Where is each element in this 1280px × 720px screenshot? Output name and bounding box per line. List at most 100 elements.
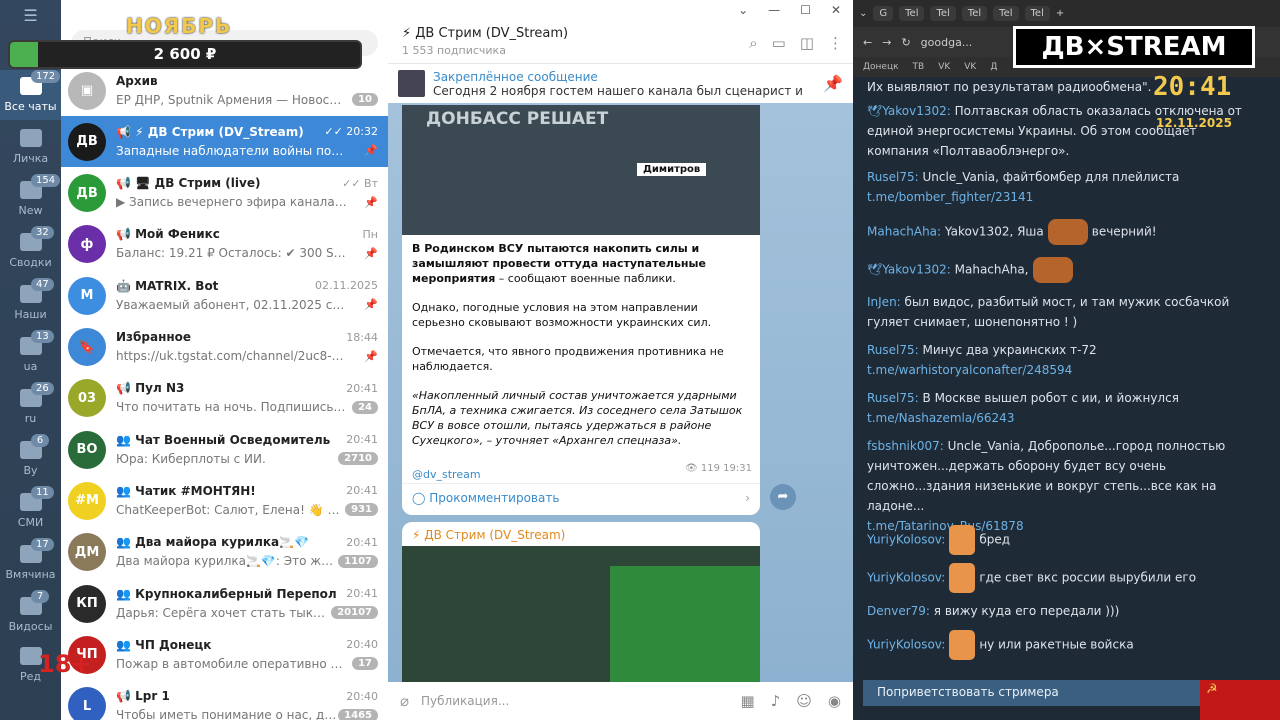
chat-link[interactable]: t.me/warhistoryalconafter/248594: [867, 360, 1257, 380]
search-icon[interactable]: ⌕: [749, 34, 757, 52]
chat-username[interactable]: Rusel75:: [867, 343, 919, 357]
chat-username[interactable]: Yakov1302:: [882, 263, 951, 277]
bookmark[interactable]: Д: [990, 62, 997, 72]
folder-all[interactable]: Все чаты 172: [0, 70, 61, 120]
bookmark[interactable]: VK: [938, 62, 950, 72]
folder-label: ru: [24, 412, 37, 425]
chevron-down-icon[interactable]: ⌄: [738, 3, 748, 17]
forward-icon[interactable]: →: [882, 36, 891, 49]
chat-bottom: ЕР ДНР, Sputnik Армения — Новости, Мин..…: [116, 90, 378, 110]
folder-smi[interactable]: СМИ 11: [0, 486, 61, 536]
chat-row[interactable]: ЧП 👥 ЧП Донецк 20:40 Пожар в автомобиле опе…: [61, 629, 388, 680]
browser-tab[interactable]: Tel: [899, 6, 925, 21]
chat-username[interactable]: Denver79:: [867, 604, 930, 618]
cartoon-emote-icon: [949, 563, 976, 593]
chat-username[interactable]: Rusel75:: [867, 170, 919, 184]
chat-avatar: #M: [68, 481, 106, 520]
pinned-text: Сегодня 2 ноября гостем нашего канала бы…: [433, 83, 803, 98]
chat-username[interactable]: YuriyKolosov:: [867, 533, 945, 547]
post-map-image[interactable]: ДОНБАСС РЕШАЕТ Димитров: [402, 105, 760, 235]
video-chat-icon[interactable]: ▭: [772, 34, 786, 52]
browser-window: ⌄ G Tel Tel Tel Tel Tel + ← → ↻ goodga..…: [853, 0, 1280, 720]
close-icon[interactable]: ✕: [831, 3, 841, 17]
emoji-icon[interactable]: ☺: [796, 692, 812, 710]
schedule-icon[interactable]: ▦: [741, 692, 755, 710]
chat-username[interactable]: fsbshnik007:: [867, 439, 944, 453]
chat-row[interactable]: M 🤖 MATRIX. Bot 02.11.2025 Уважаемый абонен…: [61, 270, 388, 321]
folder-videos[interactable]: Видосы 7: [0, 590, 61, 640]
chat-username[interactable]: YuriyKolosov:: [867, 571, 945, 585]
chat-message: fsbshnik007: Uncle_Vania, Доброполье...г…: [867, 436, 1257, 536]
chat-link[interactable]: t.me/Nashazemla/66243: [867, 408, 1257, 428]
chat-row[interactable]: ВО 👥 Чат Военный Осведомитель 20:41 Юра: Ки…: [61, 424, 388, 475]
chat-row[interactable]: ▣ Архив ЕР ДНР, Sputnik Армения — Новости,…: [61, 65, 388, 116]
folder-svodki[interactable]: Сводки 32: [0, 226, 61, 276]
share-button[interactable]: ➦: [770, 484, 796, 510]
chat-title: 📢 🖥 ДВ Стрим (live): [116, 176, 261, 191]
pinned-message-bar[interactable]: Закреплённое сообщение Сегодня 2 ноября …: [388, 63, 853, 103]
folder-private[interactable]: Личка: [0, 122, 61, 172]
bell-icon[interactable]: ♪: [771, 692, 781, 710]
chat-username[interactable]: InJen:: [867, 295, 901, 309]
more-icon[interactable]: ⋮: [828, 34, 843, 52]
browser-tab[interactable]: G: [873, 6, 894, 21]
chat-row[interactable]: ф 📢 Мой Феникс Пн Баланс: 19.21 ₽ Осталось:…: [61, 219, 388, 270]
url-field[interactable]: goodga...: [921, 36, 973, 49]
camera-icon[interactable]: ◉: [828, 692, 841, 710]
chat-row[interactable]: L 📢 Lpr 1 20:40 Чтобы иметь понимание о нас…: [61, 681, 388, 720]
browser-tab[interactable]: Tel: [1024, 6, 1050, 21]
folder-nashi[interactable]: Наши 47: [0, 278, 61, 328]
sidebar-toggle-icon[interactable]: ◫: [800, 34, 814, 52]
folder-by[interactable]: By 6: [0, 434, 61, 484]
chat-title: 🤖 MATRIX. Bot: [116, 278, 219, 293]
beaver-emote-icon: [1032, 257, 1073, 283]
post-map-image[interactable]: [402, 546, 760, 682]
bookmark[interactable]: Донецк: [863, 62, 899, 72]
folder-ua[interactable]: ua 13: [0, 330, 61, 380]
unread-badge: 931: [345, 503, 378, 517]
folder-label: Наши: [14, 308, 47, 321]
chat-row[interactable]: ДВ 📢 ⚡ ДВ Стрим (DV_Stream) ✓✓ 20:32 Западн…: [61, 116, 388, 168]
chat-username[interactable]: MahachAha:: [867, 225, 941, 239]
chat-username[interactable]: YuriyKolosov:: [867, 638, 945, 652]
maximize-icon[interactable]: ☐: [800, 3, 811, 17]
browser-tab[interactable]: Tel: [930, 6, 956, 21]
minimize-icon[interactable]: —: [768, 3, 780, 17]
new-tab-icon[interactable]: +: [1056, 8, 1064, 19]
chat-row[interactable]: ДМ 👥 Два майора курилка🚬💎 20:41 Два майора …: [61, 527, 388, 578]
chat-username[interactable]: Rusel75:: [867, 391, 919, 405]
chat-row[interactable]: ДВ 📢 🖥 ДВ Стрим (live) ✓✓ Вт ▶ Запись вечер…: [61, 168, 388, 219]
chat-username[interactable]: Yakov1302:: [882, 104, 951, 118]
chat-preview: ЕР ДНР, Sputnik Армения — Новости, Мин..…: [116, 92, 348, 107]
browser-tab[interactable]: Tel: [993, 6, 1019, 21]
attach-icon[interactable]: ⌀: [400, 692, 409, 710]
message-input[interactable]: Публикация...: [421, 694, 509, 708]
chat-row[interactable]: #M 👥 Чатик #МОНТЯН! 20:41 ChatKeeperBot: Са…: [61, 475, 388, 526]
reload-icon[interactable]: ↻: [901, 36, 910, 49]
chat-top: 📢 ⚡ ДВ Стрим (DV_Stream) ✓✓ 20:32: [116, 123, 378, 141]
chat-top: Архив: [116, 72, 378, 90]
chat-bottom: Чтобы иметь понимание о нас, достаточн..…: [116, 705, 378, 720]
folder-ru[interactable]: ru 26: [0, 382, 61, 432]
conversation-header[interactable]: ⚡ ДВ Стрим (DV_Stream) 1 553 подписчика …: [388, 20, 853, 63]
chat-row[interactable]: КП 👥 Крупнокалиберный Переполох Чат 20:41 Д…: [61, 578, 388, 629]
pin-icon: 📌: [364, 298, 378, 312]
post-time: 19:31: [723, 463, 752, 474]
chat-title: 📢 ⚡ ДВ Стрим (DV_Stream): [116, 124, 304, 139]
folder-vmyachina[interactable]: Вмячина 17: [0, 538, 61, 588]
bookmark[interactable]: ТВ: [913, 62, 925, 72]
unread-badge: 1107: [338, 554, 378, 568]
comment-button[interactable]: ◯ Прокомментировать ›: [402, 483, 760, 515]
bookmark[interactable]: VK: [964, 62, 976, 72]
post-quote: «Накопленный личный состав уничтожается …: [412, 389, 743, 447]
browser-tab[interactable]: Tel: [961, 6, 988, 21]
pin-icon[interactable]: 📌: [823, 74, 843, 93]
chat-link[interactable]: t.me/bomber_fighter/23141: [867, 187, 1257, 207]
folder-badge: 13: [31, 330, 54, 343]
tab-list-icon[interactable]: ⌄: [859, 8, 867, 19]
back-icon[interactable]: ←: [863, 36, 872, 49]
menu-button[interactable]: ☰: [0, 0, 61, 30]
chat-row[interactable]: 🔖 Избранное 18:44 https://uk.tgstat.com/cha…: [61, 322, 388, 373]
chat-row[interactable]: 03 📢 Пул N3 20:41 Что почитать на ночь. Под…: [61, 373, 388, 424]
folder-new[interactable]: New 154: [0, 174, 61, 224]
